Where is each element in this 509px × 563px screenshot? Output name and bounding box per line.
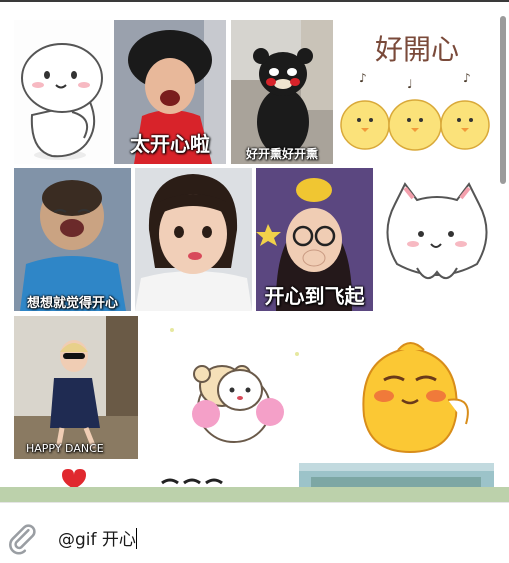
svg-text:♪: ♪: [463, 71, 471, 85]
gif-results-panel: 太开心啦 好开熏好开熏 好開心 ♪ ♩ ♪ 想想就觉得开心 开心到飞起 HAPP…: [0, 0, 509, 487]
gif-result[interactable]: 太开心啦: [114, 20, 226, 164]
gif-caption: 开心到飞起: [264, 284, 365, 308]
message-text: @gif 开心: [58, 530, 136, 550]
gif-caption: 想想就觉得开心: [26, 296, 118, 311]
gif-result[interactable]: 好开熏好开熏: [231, 20, 333, 164]
gif-result[interactable]: [142, 316, 324, 459]
gif-result[interactable]: [328, 316, 497, 459]
gif-result[interactable]: 开心到飞起: [256, 168, 373, 311]
gif-caption: 太开心啦: [130, 132, 210, 156]
gif-result[interactable]: [299, 463, 494, 487]
paperclip-icon[interactable]: [5, 521, 39, 555]
gif-result[interactable]: HAPPY DANCE: [14, 316, 138, 459]
gif-caption: 好开熏好开熏: [245, 147, 318, 161]
gif-result[interactable]: [135, 168, 252, 311]
gif-result[interactable]: [377, 168, 497, 311]
gif-caption: HAPPY DANCE: [26, 442, 104, 455]
gif-result[interactable]: [14, 463, 297, 487]
message-composer: @gif 开心: [0, 502, 509, 563]
gif-result[interactable]: 好開心 ♪ ♩ ♪: [337, 20, 497, 164]
svg-text:♪: ♪: [359, 71, 367, 85]
chat-background: [0, 487, 509, 502]
message-input[interactable]: @gif 开心: [58, 525, 137, 550]
svg-text:♩: ♩: [407, 77, 413, 91]
results-scrollbar[interactable]: [500, 16, 506, 184]
gif-result[interactable]: 想想就觉得开心: [14, 168, 131, 311]
gif-result[interactable]: [14, 20, 110, 164]
text-caret: [135, 528, 137, 549]
